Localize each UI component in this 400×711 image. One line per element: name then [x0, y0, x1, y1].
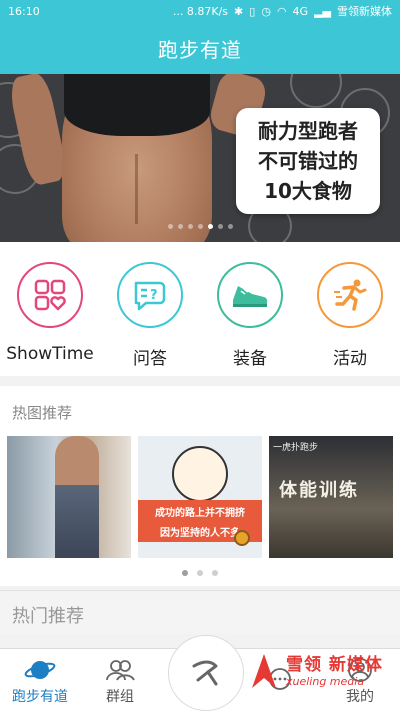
quick-menu-qa[interactable]: ? 问答 — [100, 242, 200, 376]
network-speed: ... 8.87K/s — [172, 4, 229, 18]
tab-label: 群组 — [106, 689, 134, 705]
banner-pager-dot — [198, 224, 203, 229]
pager-dot — [182, 570, 188, 576]
banner-headline: 耐力型跑者 不可错过的 10大食物 — [236, 108, 380, 214]
wifi-icon: ◠ — [276, 4, 287, 18]
abs-line — [135, 154, 138, 224]
quick-menu-label: ShowTime — [6, 344, 94, 364]
chat-question-icon: ? — [117, 262, 183, 328]
cartoon-face — [172, 446, 228, 502]
banner-headline-line: 10大食物 — [264, 179, 352, 203]
banner-headline-line: 耐力型跑者 — [258, 119, 358, 143]
banner-pager-dot — [168, 224, 173, 229]
hot-image-thumb[interactable]: 一虎扑跑步 体能训练 — [269, 436, 393, 558]
banner-pager-dot — [218, 224, 223, 229]
quick-menu-gear[interactable]: 装备 — [200, 242, 300, 376]
watermark: 雪领 新媒体 xueling media — [248, 650, 383, 692]
vibrate-icon: ▯ — [249, 4, 256, 18]
thumb-calligraphy: 体能训练 — [279, 480, 359, 501]
running-man-icon — [317, 262, 383, 328]
planet-icon — [24, 661, 56, 679]
quick-menu-label: 活动 — [333, 349, 367, 369]
network-type: 4G — [292, 4, 309, 18]
medal-icon — [234, 530, 250, 546]
banner-pager-dot — [208, 224, 213, 229]
carrier-name: 雪领新媒体 — [337, 5, 392, 18]
banner-headline-line: 不可错过的 — [258, 149, 358, 173]
tab-label: 跑步有道 — [12, 689, 68, 705]
banner-pager — [168, 224, 233, 229]
quick-menu-label: 问答 — [133, 349, 167, 369]
section-title: 热图推荐 — [12, 404, 73, 422]
banner-pager-dot — [228, 224, 233, 229]
sneaker-icon — [217, 262, 283, 328]
app-header: 跑步有道 — [0, 22, 400, 74]
quick-menu: ShowTime ? 问答 装备 活动 — [0, 242, 400, 376]
run-fab-icon — [192, 660, 218, 686]
quick-menu-events[interactable]: 活动 — [300, 242, 400, 376]
hot-image-carousel[interactable]: 成功的路上并不拥挤 因为坚持的人不多 一虎扑跑步 体能训练 — [7, 436, 393, 558]
sports-bra — [64, 74, 210, 136]
group-icon — [106, 660, 135, 681]
thumb-tag: 一虎扑跑步 — [273, 443, 319, 453]
grid-heart-icon — [17, 262, 83, 328]
quick-menu-label: 装备 — [233, 349, 267, 369]
pager-dot — [197, 570, 203, 576]
hot-image-thumb[interactable]: 成功的路上并不拥挤 因为坚持的人不多 — [138, 436, 262, 558]
tab-home[interactable]: 跑步有道 — [0, 649, 80, 711]
watermark-cn: 雪领 新媒体 — [286, 655, 383, 675]
quick-menu-showtime[interactable]: ShowTime — [0, 242, 100, 376]
promo-banner[interactable]: 耐力型跑者 不可错过的 10大食物 — [0, 74, 400, 242]
page-title: 跑步有道 — [158, 37, 242, 62]
tab-run[interactable] — [160, 635, 244, 711]
section-title: 热门推荐 — [12, 606, 84, 627]
hot-image-thumb[interactable] — [7, 436, 131, 558]
status-time: 16:10 — [8, 4, 40, 18]
run-fab-button[interactable] — [168, 635, 244, 711]
bg-food-icon — [290, 74, 342, 108]
status-bar: 16:10 ... 8.87K/s ✱ ▯ ◷ ◠ 4G ▂▄ 雪领新媒体 — [0, 0, 400, 22]
banner-pager-dot — [178, 224, 183, 229]
watermark-en: xueling media — [286, 675, 365, 688]
thumb-caption: 成功的路上并不拥挤 — [138, 500, 262, 522]
watermark-text: 雪领 新媒体 xueling media — [286, 650, 383, 688]
hot-images-section: 热图推荐 成功的路上并不拥挤 因为坚持的人不多 一虎扑跑步 体能训练 — [0, 386, 400, 586]
tab-groups[interactable]: 群组 — [80, 649, 160, 711]
signal-icon: ▂▄ — [314, 4, 331, 18]
watermark-logo-icon — [252, 654, 276, 688]
svg-text:?: ? — [150, 288, 158, 303]
hot-images-pager — [182, 570, 218, 576]
banner-pager-dot — [188, 224, 193, 229]
bluetooth-icon: ✱ — [234, 4, 244, 18]
athlete-photo — [55, 436, 99, 558]
pager-dot — [212, 570, 218, 576]
hot-recommend-section: 热门推荐 — [0, 590, 400, 634]
status-icons: ... 8.87K/s ✱ ▯ ◷ ◠ 4G ▂▄ 雪领新媒体 — [173, 3, 392, 19]
alarm-icon: ◷ — [261, 4, 271, 18]
